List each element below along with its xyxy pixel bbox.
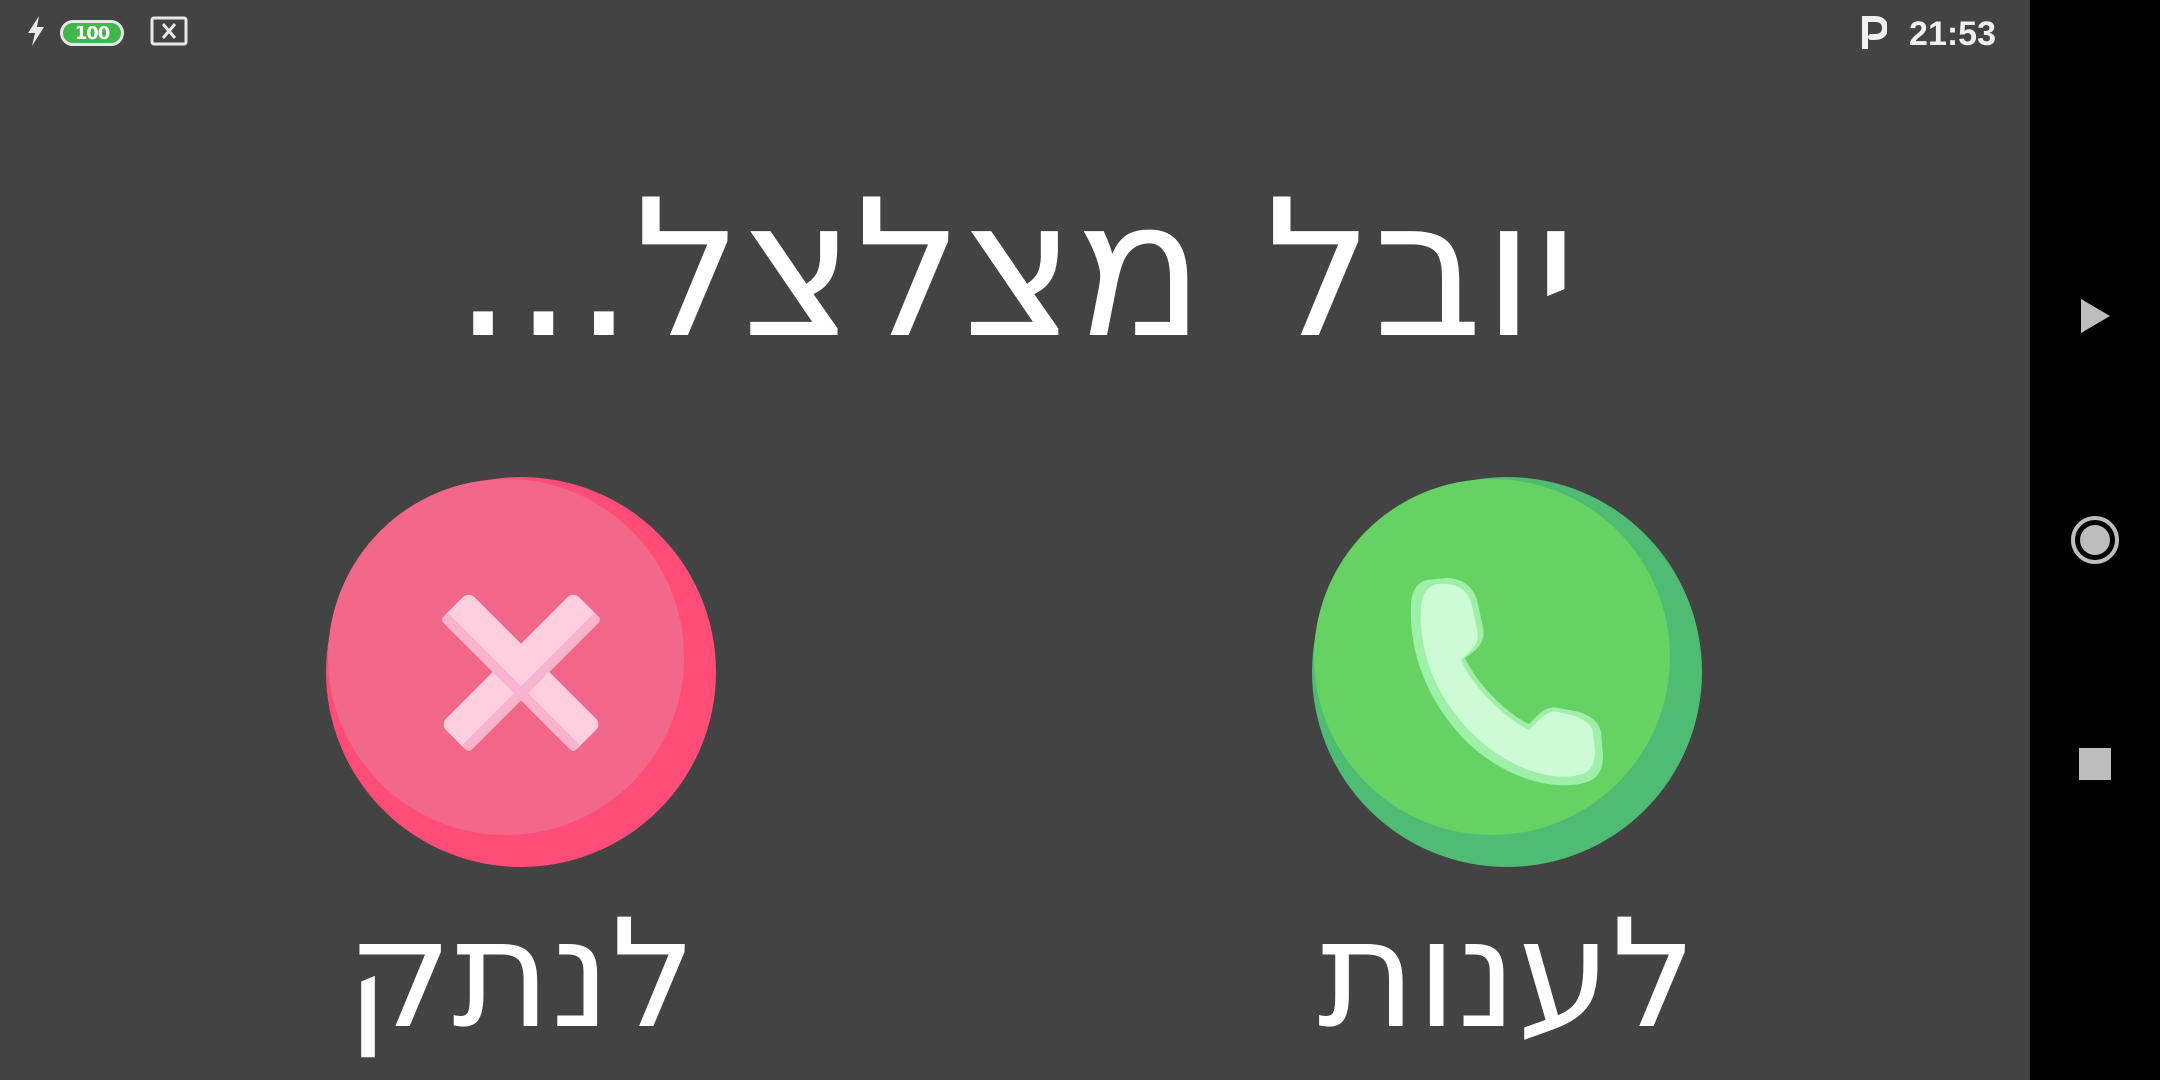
battery-level: 100: [74, 22, 111, 44]
answer-label: לענות: [1317, 888, 1697, 1062]
decline-x-icon: [326, 477, 716, 867]
no-sim-icon: [150, 16, 188, 50]
home-circle-icon[interactable]: [2070, 515, 2120, 565]
status-icons-left: 100: [26, 16, 188, 50]
decline-call-button[interactable]: [326, 477, 716, 867]
parking-app-icon: [1861, 15, 1889, 53]
decline-label: לנתק: [345, 888, 697, 1062]
answer-call-button[interactable]: [1312, 477, 1702, 867]
status-bar: 100 21:53: [0, 0, 2030, 66]
battery-icon: 100: [60, 20, 124, 46]
status-icons-right: 21:53: [1861, 12, 1996, 56]
incoming-call-screen: 100 21:53 יובל מצלצל... לנתק לענות: [0, 0, 2030, 1080]
caller-title: יובל מצלצל...: [452, 159, 1578, 380]
phone-handset-icon: [1312, 477, 1702, 867]
charging-bolt-icon: [26, 15, 46, 51]
recents-square-icon[interactable]: [2070, 739, 2120, 789]
back-triangle-icon[interactable]: [2070, 291, 2120, 341]
status-time: 21:53: [1909, 14, 1996, 53]
